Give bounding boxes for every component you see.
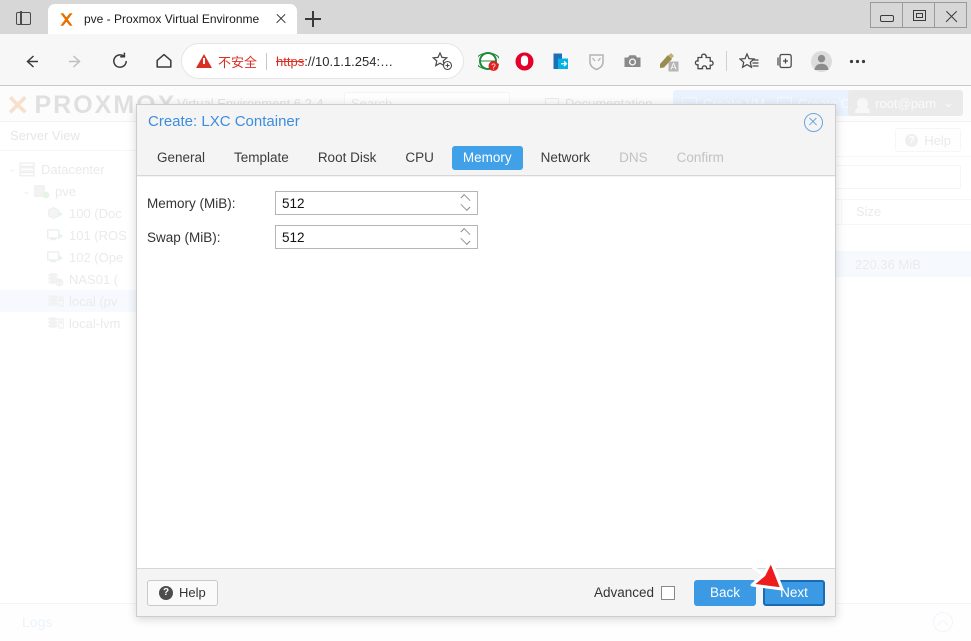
window-minimize-button[interactable] bbox=[870, 2, 903, 28]
pocket-shield-icon[interactable] bbox=[578, 44, 614, 78]
swap-row: Swap (MiB): bbox=[147, 225, 835, 249]
memory-spinner[interactable] bbox=[460, 194, 472, 214]
dialog-help-button[interactable]: ? Help bbox=[147, 580, 218, 606]
browser-tab[interactable]: pve - Proxmox Virtual Environme bbox=[48, 4, 297, 34]
browser-extension-toolbar: ? bbox=[470, 44, 875, 78]
next-button[interactable]: Next bbox=[763, 580, 825, 606]
swap-input[interactable] bbox=[276, 226, 477, 248]
adblock-shield-icon[interactable] bbox=[506, 44, 542, 78]
memory-field[interactable] bbox=[275, 191, 478, 215]
dialog-tab[interactable]: Template bbox=[223, 146, 300, 170]
browser-tab-title: pve - Proxmox Virtual Environme bbox=[84, 4, 271, 34]
not-secure-warning-icon bbox=[196, 54, 212, 68]
close-circle-icon[interactable] bbox=[804, 113, 823, 132]
dialog-header: Create: LXC Container bbox=[137, 105, 835, 140]
settings-more-icon[interactable] bbox=[839, 44, 875, 78]
swap-field[interactable] bbox=[275, 225, 478, 249]
home-icon[interactable] bbox=[147, 44, 181, 78]
camera-icon[interactable] bbox=[614, 44, 650, 78]
window-restore-button[interactable] bbox=[902, 2, 935, 28]
dialog-tab: DNS bbox=[608, 146, 659, 170]
address-bar[interactable]: 不安全 https://10.1.1.254:… bbox=[182, 44, 463, 78]
spinner-down-icon[interactable] bbox=[461, 235, 471, 245]
memory-row: Memory (MiB): bbox=[147, 191, 835, 215]
window-close-button[interactable] bbox=[934, 2, 967, 28]
extension-puzzle-icon[interactable] bbox=[686, 44, 722, 78]
window-controls bbox=[871, 2, 967, 28]
memory-input[interactable] bbox=[276, 192, 477, 214]
not-secure-label: 不安全 bbox=[218, 52, 257, 71]
dialog-body: Memory (MiB): Swap (MiB): bbox=[137, 177, 835, 569]
new-tab-button[interactable] bbox=[300, 6, 326, 32]
advanced-label: Advanced bbox=[594, 585, 654, 600]
svg-text:?: ? bbox=[491, 62, 496, 71]
dialog-tab[interactable]: Memory bbox=[452, 146, 523, 170]
proxmox-x-icon bbox=[58, 11, 75, 28]
dialog-footer-actions: Advanced Back Next bbox=[594, 580, 825, 606]
dialog-tab[interactable]: General bbox=[146, 146, 216, 170]
url-text: https://10.1.1.254:… bbox=[276, 54, 431, 69]
add-favorite-icon[interactable] bbox=[431, 50, 453, 72]
spinner-down-icon[interactable] bbox=[461, 201, 471, 211]
profile-avatar-icon[interactable] bbox=[803, 44, 839, 78]
dialog-tabbar: General Template Root DiskCPU Memory Network… bbox=[137, 140, 835, 176]
url-scheme: https bbox=[276, 54, 304, 69]
dialog-help-label: Help bbox=[179, 585, 206, 600]
dialog-footer: ? Help Advanced Back Next bbox=[137, 569, 835, 616]
browser-titlebar: pve - Proxmox Virtual Environme bbox=[0, 0, 971, 34]
highlighter-a-icon[interactable]: A bbox=[650, 44, 686, 78]
forward-arrow-icon bbox=[58, 44, 92, 78]
advanced-checkbox[interactable] bbox=[661, 586, 675, 600]
dialog-tab[interactable]: CPU bbox=[394, 146, 445, 170]
tab-close-icon[interactable] bbox=[271, 9, 291, 29]
dialog-tab[interactable]: Network bbox=[530, 146, 602, 170]
collections-add-icon[interactable] bbox=[767, 44, 803, 78]
swap-label: Swap (MiB): bbox=[147, 230, 275, 245]
svg-text:A: A bbox=[670, 61, 676, 71]
favorites-star-icon[interactable] bbox=[731, 44, 767, 78]
dialog-tab: Confirm bbox=[666, 146, 735, 170]
toolbar-divider bbox=[726, 51, 727, 71]
back-arrow-icon[interactable] bbox=[14, 44, 48, 78]
url-host: ://10.1.1.254:… bbox=[304, 54, 393, 69]
question-mark-icon: ? bbox=[159, 586, 173, 600]
url-divider bbox=[266, 53, 267, 70]
dialog-title: Create: LXC Container bbox=[148, 113, 300, 130]
create-lxc-container-dialog: Create: LXC Container General Template Roo… bbox=[136, 104, 836, 617]
memory-label: Memory (MiB): bbox=[147, 196, 275, 211]
globe-translate-icon[interactable]: ? bbox=[470, 44, 506, 78]
collections-sidebar-icon[interactable] bbox=[8, 5, 38, 31]
reload-icon[interactable] bbox=[103, 44, 137, 78]
import-page-icon[interactable] bbox=[542, 44, 578, 78]
back-button[interactable]: Back bbox=[694, 580, 756, 606]
dialog-tab[interactable]: Root Disk bbox=[307, 146, 388, 170]
browser-window: pve - Proxmox Virtual Environme 不安全 http… bbox=[0, 0, 971, 641]
swap-spinner[interactable] bbox=[460, 228, 472, 248]
